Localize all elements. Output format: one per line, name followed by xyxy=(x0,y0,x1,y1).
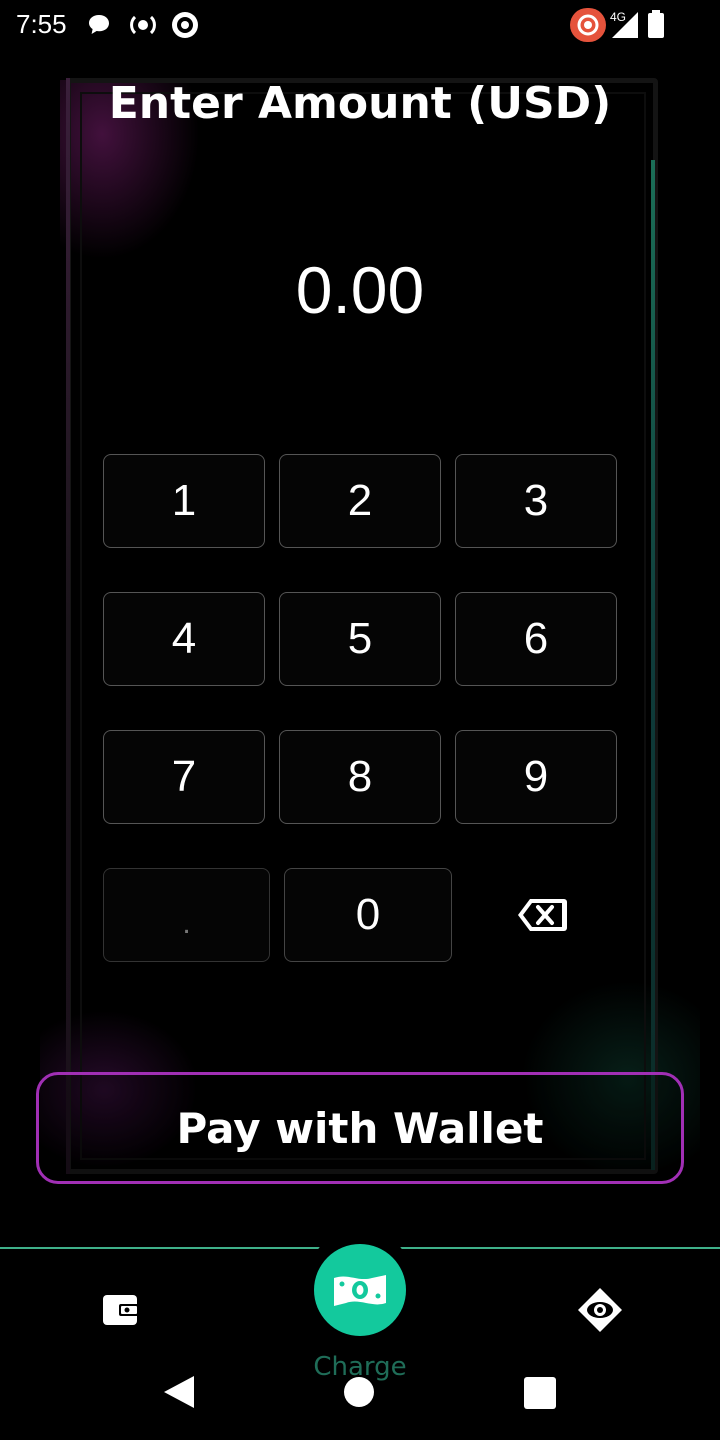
key-decimal[interactable]: . xyxy=(103,868,270,962)
key-3[interactable]: 3 xyxy=(455,454,617,548)
key-9[interactable]: 9 xyxy=(455,730,617,824)
status-bar: 7:55 4G xyxy=(0,0,720,50)
key-6[interactable]: 6 xyxy=(455,592,617,686)
pay-with-wallet-button[interactable]: Pay with Wallet xyxy=(36,1072,684,1184)
backspace-icon[interactable] xyxy=(516,896,568,934)
system-back-icon[interactable] xyxy=(162,1374,196,1410)
charge-button[interactable] xyxy=(314,1244,406,1336)
key-7[interactable]: 7 xyxy=(103,730,265,824)
status-time: 7:55 xyxy=(16,9,67,39)
battery-icon xyxy=(648,10,664,38)
system-recents-icon[interactable] xyxy=(524,1377,556,1409)
system-home-icon[interactable] xyxy=(344,1377,374,1407)
key-8[interactable]: 8 xyxy=(279,730,441,824)
radio-target-icon xyxy=(130,15,156,35)
amount-display: 0.00 xyxy=(295,253,425,327)
page-title: Enter Amount (USD) xyxy=(108,78,612,129)
wallet-icon[interactable] xyxy=(100,1290,140,1330)
scan-eye-icon[interactable] xyxy=(576,1286,624,1334)
key-2[interactable]: 2 xyxy=(279,454,441,548)
cash-icon xyxy=(334,1275,386,1306)
signal-4g-icon xyxy=(612,12,638,38)
frame-left-edge xyxy=(66,78,70,1174)
key-1[interactable]: 1 xyxy=(103,454,265,548)
key-4[interactable]: 4 xyxy=(103,592,265,686)
chat-bubble-icon xyxy=(89,15,109,34)
key-5[interactable]: 5 xyxy=(279,592,441,686)
key-0[interactable]: 0 xyxy=(284,868,452,962)
record-badge-icon xyxy=(570,8,606,42)
circle-target-icon xyxy=(172,12,198,38)
